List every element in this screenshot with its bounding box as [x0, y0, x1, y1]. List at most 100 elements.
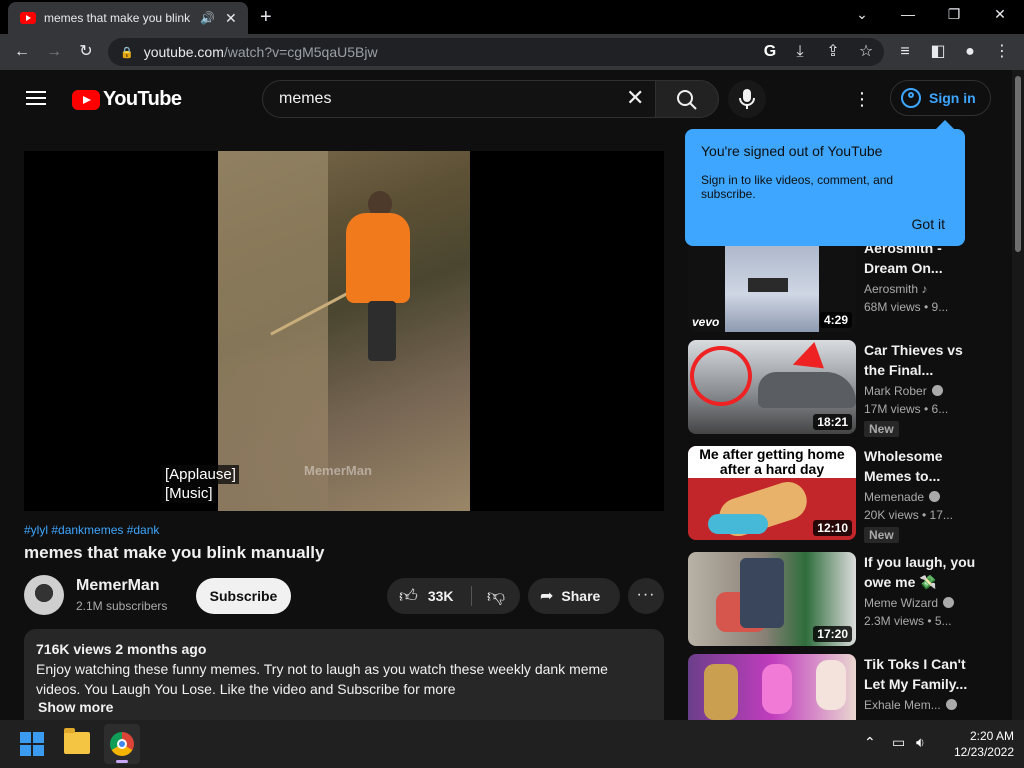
recommended-video[interactable]: 17:20 If you laugh, you owe me 💸 Meme Wi…	[688, 552, 1008, 648]
signed-out-tooltip: You're signed out of YouTube Sign in to …	[685, 120, 965, 246]
recommended-video[interactable]: 18:21 Car Thieves vs the Final... Mark R…	[688, 340, 1008, 437]
minimize-button[interactable]: —	[888, 6, 928, 22]
verified-icon	[931, 385, 943, 396]
subscriber-count: 2.1M subscribers	[76, 599, 168, 613]
description-box[interactable]: 716K views 2 months ago Enjoy watching t…	[24, 629, 664, 720]
like-button[interactable]: 👍︎ 33K	[387, 578, 471, 614]
channel-avatar[interactable]	[24, 575, 64, 615]
recommended-video[interactable]: Me after getting home after a hard day 1…	[688, 446, 1008, 543]
file-explorer-icon[interactable]	[64, 728, 90, 754]
vevo-label: vevo	[692, 315, 720, 329]
youtube-favicon-icon	[20, 12, 36, 24]
video-thumbnail[interactable]: Me after getting home after a hard day 1…	[688, 446, 856, 540]
youtube-page: YouTube memes ✕ ⋮ Sign in MemerMan [Appl…	[0, 70, 1012, 720]
caption-line: [Music]	[162, 484, 216, 503]
show-more-button[interactable]: Show more	[36, 699, 652, 715]
like-dislike-group: 👍︎ 33K 👎︎	[387, 578, 520, 614]
tooltip-title: You're signed out of YouTube	[701, 143, 883, 159]
channel-name: Meme Wizard	[864, 596, 955, 610]
chrome-menu-icon[interactable]: ⋮	[992, 42, 1012, 62]
windows-start-icon[interactable]	[20, 732, 44, 756]
thumbs-down-icon: 👎︎	[486, 586, 506, 606]
window-close-button[interactable]: ✕	[980, 6, 1020, 23]
thumbs-up-icon: 👍︎	[399, 586, 418, 606]
new-badge: New	[864, 527, 899, 543]
video-duration: 4:29	[819, 312, 852, 328]
video-thumbnail[interactable]	[688, 654, 856, 720]
view-count: 17M views • 6...	[864, 402, 949, 416]
close-tab-icon[interactable]: ✕	[225, 10, 237, 27]
network-icon[interactable]: ▭	[892, 734, 905, 751]
voice-search-button[interactable]	[728, 80, 766, 118]
scrollbar-thumb[interactable]	[1015, 76, 1021, 252]
guide-menu-icon[interactable]	[26, 91, 46, 105]
search-button[interactable]	[655, 80, 719, 118]
video-thumbnail[interactable]: 18:21	[688, 340, 856, 434]
dislike-button[interactable]: 👎︎	[472, 578, 520, 614]
view-count: 2.3M views • 5...	[864, 614, 952, 628]
url-host: youtube.com	[143, 44, 224, 60]
share-page-icon[interactable]: ⇪	[823, 42, 843, 62]
lock-icon[interactable]: 🔒	[120, 46, 134, 59]
share-arrow-icon: ➦	[540, 588, 554, 605]
verified-icon	[929, 491, 941, 502]
thumbnail-caption: Me after getting home after a hard day	[688, 446, 856, 478]
subscribe-button[interactable]: Subscribe	[196, 578, 291, 614]
view-count: 20K views • 17...	[864, 508, 953, 522]
views-and-date: 716K views 2 months ago	[36, 641, 207, 657]
bookmark-star-icon[interactable]: ☆	[856, 42, 876, 62]
youtube-logo[interactable]: YouTube	[72, 88, 182, 111]
tooltip-body: Sign in to like videos, comment, and sub…	[701, 173, 894, 201]
got-it-button[interactable]: Got it	[912, 216, 945, 232]
maximize-button[interactable]: ❐	[934, 6, 974, 23]
verified-icon	[945, 699, 957, 710]
video-captions: [Applause] [Music]	[162, 465, 239, 503]
video-thumbnail[interactable]: 17:20	[688, 552, 856, 646]
video-duration: 12:10	[813, 520, 852, 536]
video-title: Tik Toks I Can't Let My Family...	[864, 656, 968, 692]
clock-date: 12/23/2022	[953, 745, 1014, 759]
video-title: memes that make you blink manually	[24, 543, 325, 562]
video-title: If you laugh, you owe me 💸	[864, 554, 976, 590]
view-count: 68M views • 9...	[864, 300, 949, 314]
reload-icon[interactable]: ↻	[76, 42, 96, 62]
more-actions-button[interactable]: ···	[628, 578, 664, 614]
profile-icon[interactable]: ●	[960, 42, 980, 62]
side-panel-icon[interactable]: ◧	[928, 42, 948, 62]
video-title: Car Thieves vs the Final...	[864, 342, 963, 378]
google-icon[interactable]: G	[760, 42, 780, 62]
share-button[interactable]: ➦ Share	[528, 578, 620, 614]
system-clock[interactable]: 2:20 AM 12/23/2022	[940, 728, 1014, 760]
chrome-taskbar-button[interactable]	[104, 724, 140, 764]
tray-chevron-icon[interactable]: ⌃	[864, 734, 876, 751]
tab-search-chevron-icon[interactable]: ⌄	[842, 6, 882, 23]
video-player[interactable]: MemerMan [Applause] [Music]	[24, 151, 664, 511]
video-title: Wholesome Memes to...	[864, 448, 943, 484]
browser-tab-strip: memes that make you blink manually - You…	[0, 0, 1024, 34]
video-hashtags[interactable]: #ylyl #dankmemes #dank	[24, 523, 159, 537]
recommended-video[interactable]: Tik Toks I Can't Let My Family... Exhale…	[688, 654, 1008, 720]
page-scrollbar[interactable]	[1012, 70, 1024, 720]
speaker-icon[interactable]: 🔊	[200, 11, 215, 25]
browser-tab[interactable]: memes that make you blink manually - You…	[8, 2, 248, 34]
video-thumbnail[interactable]: vevo 4:29	[688, 238, 856, 332]
back-arrow-icon[interactable]: ←	[12, 42, 32, 62]
volume-icon[interactable]: 🔉︎	[916, 734, 925, 751]
forward-arrow-icon[interactable]: →	[44, 42, 64, 62]
settings-menu-icon[interactable]: ⋮	[853, 88, 871, 110]
clear-search-icon[interactable]: ✕	[626, 87, 644, 109]
account-circle-icon	[901, 88, 921, 108]
channel-name[interactable]: MemerMan	[76, 577, 160, 595]
new-badge: New	[864, 421, 899, 437]
new-tab-button[interactable]: +	[260, 6, 272, 29]
install-app-icon[interactable]: ⤓	[790, 42, 810, 62]
recommended-video[interactable]: vevo 4:29 Aerosmith - Dream On... Aerosm…	[688, 238, 1008, 334]
search-input[interactable]: memes	[262, 80, 656, 118]
search-query-text: memes	[279, 90, 332, 107]
browser-toolbar: ← → ↻ 🔒 youtube.com/watch?v=cgM5qaU5Bjw …	[0, 34, 1024, 70]
url-path: /watch?v=cgM5qaU5Bjw	[223, 44, 378, 60]
share-label: Share	[561, 588, 601, 604]
sign-in-button[interactable]: Sign in	[890, 80, 991, 116]
media-control-icon[interactable]: ≡	[895, 42, 915, 62]
microphone-icon	[739, 89, 755, 109]
